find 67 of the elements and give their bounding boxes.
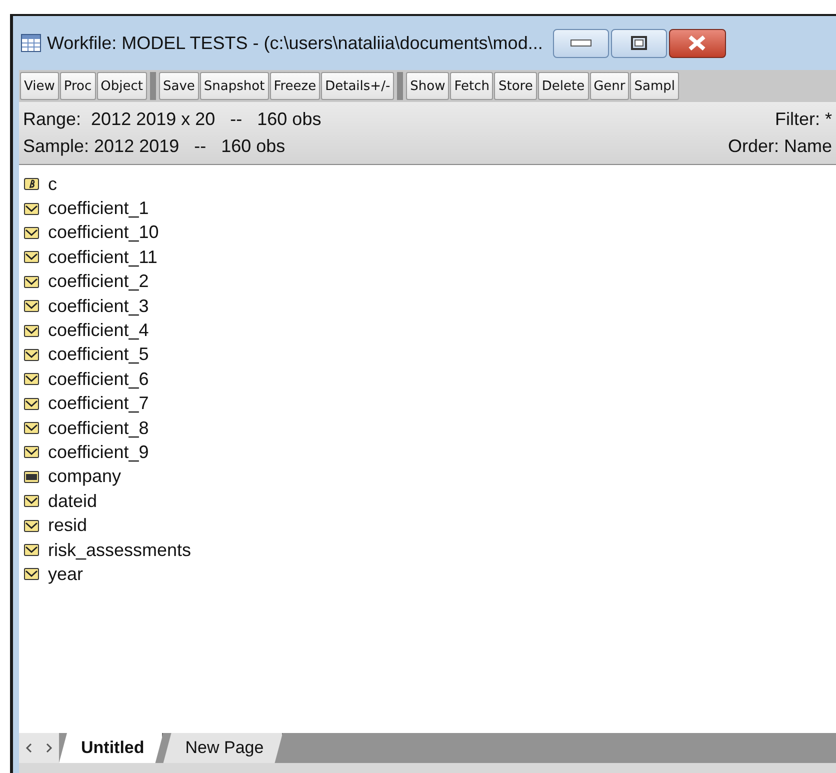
maximize-button[interactable] (610, 28, 667, 58)
series-icon (24, 495, 39, 508)
toolbar-button[interactable]: Details+/- (321, 72, 394, 100)
toolbar-separator (397, 72, 404, 100)
object-name[interactable]: coefficient_6 (48, 368, 149, 390)
object-name[interactable]: dateid (48, 490, 98, 512)
close-button[interactable] (668, 28, 726, 58)
object-name[interactable]: coefficient_8 (48, 418, 149, 439)
series-icon (24, 202, 39, 215)
right-chevron-icon (45, 743, 53, 753)
next-page-button[interactable] (39, 733, 59, 763)
coefficient-icon (24, 178, 39, 190)
series-icon (24, 300, 39, 312)
object-name[interactable]: company (48, 466, 122, 488)
series-icon (24, 520, 39, 532)
previous-page-button[interactable] (19, 733, 39, 763)
toolbar-separator (150, 72, 156, 100)
object-name[interactable]: coefficient_3 (48, 296, 149, 317)
object-name[interactable]: resid (48, 515, 88, 536)
object-name[interactable]: coefficient_5 (48, 344, 149, 366)
sample-text: Sample: 2012 2019 -- 160 obs (23, 135, 286, 158)
series-icon (24, 251, 39, 264)
toolbar-button[interactable]: Show (406, 72, 450, 100)
left-chevron-icon (25, 743, 33, 753)
object-name[interactable]: coefficient_9 (48, 442, 149, 463)
minimize-button[interactable] (552, 28, 609, 58)
object-name[interactable]: coefficient_2 (48, 271, 149, 292)
series-icon (24, 348, 39, 361)
toolbar-button[interactable]: Delete (538, 72, 589, 100)
object-name[interactable]: c (48, 174, 57, 195)
minimize-icon (570, 39, 592, 47)
object-name[interactable]: coefficient_11 (48, 246, 158, 268)
maximize-icon (630, 36, 647, 50)
series-icon (24, 324, 39, 337)
object-name[interactable]: coefficient_1 (48, 198, 149, 220)
filter-text: Filter: * (774, 108, 832, 131)
series-icon (24, 398, 39, 410)
toolbar-button[interactable]: View (20, 72, 59, 100)
toolbar-button[interactable]: Object (96, 72, 147, 100)
series-icon (24, 446, 39, 458)
toolbar-button[interactable]: Proc (60, 72, 96, 100)
toolbar-button[interactable]: Save (158, 72, 199, 100)
series-icon (24, 568, 39, 580)
range-text: Range: 2012 2019 x 20 -- 160 obs (23, 108, 322, 131)
object-name[interactable]: coefficient_7 (48, 393, 149, 414)
page-tab[interactable]: New Page (163, 733, 283, 763)
series-icon (24, 373, 39, 386)
object-name[interactable]: coefficient_10 (48, 222, 159, 244)
series-icon (24, 544, 39, 556)
window-title: Workfile: MODEL TESTS - (c:\users\nataliia\documents\mod... (47, 32, 543, 54)
page-tab[interactable]: Untitled (59, 733, 164, 763)
toolbar-button[interactable]: Store (494, 72, 537, 100)
toolbar-button[interactable]: Sampl (630, 72, 679, 100)
series-icon (24, 226, 39, 239)
series-icon (24, 276, 39, 288)
object-name[interactable]: year (48, 564, 84, 585)
object-name[interactable]: coefficient_4 (48, 320, 149, 342)
toolbar-button[interactable]: Freeze (270, 72, 320, 100)
alpha-series-icon (24, 470, 39, 483)
toolbar-button[interactable]: Snapshot (200, 72, 269, 100)
toolbar-button[interactable]: Genr (590, 72, 630, 100)
order-text: Order: Name (728, 135, 832, 158)
toolbar-button[interactable]: Fetch (450, 72, 494, 100)
object-name[interactable]: risk_assessments (48, 540, 192, 561)
close-icon (687, 35, 708, 51)
series-icon (24, 422, 39, 434)
table-icon (21, 34, 41, 52)
